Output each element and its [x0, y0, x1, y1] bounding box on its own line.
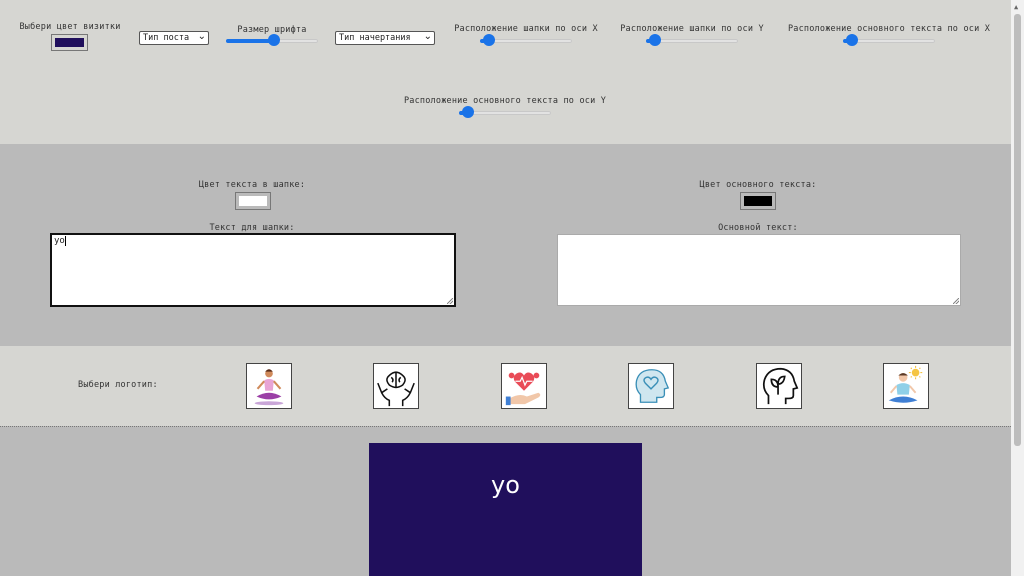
- logo-label: Выбери логотип:: [78, 380, 158, 390]
- chevron-down-icon: ⌄: [423, 31, 432, 42]
- body-color-label: Цвет основного текста:: [699, 180, 817, 190]
- yoga-pose-icon[interactable]: [246, 363, 292, 409]
- header-color-label: Цвет текста в шапке:: [198, 180, 306, 190]
- text-caret: ​: [64, 236, 66, 246]
- post-type-value: Тип поста: [143, 33, 190, 43]
- page-scrollbar[interactable]: ▲: [1011, 0, 1024, 576]
- slider-thumb[interactable]: [267, 34, 280, 46]
- slider-thumb[interactable]: [649, 34, 662, 46]
- header-x-label: Расположение шапки по оси X: [454, 24, 598, 34]
- head-plant-icon[interactable]: [756, 363, 802, 409]
- brain-hands-icon[interactable]: [373, 363, 419, 409]
- heart-care-icon[interactable]: [501, 363, 547, 409]
- resize-grip-icon[interactable]: [953, 298, 959, 304]
- body-x-slider[interactable]: [843, 34, 935, 48]
- style-type-value: Тип начертания: [339, 33, 411, 43]
- body-text-input[interactable]: [557, 234, 961, 306]
- body-text-label: Основной текст:: [718, 223, 798, 233]
- header-text-value: yo: [54, 236, 65, 246]
- slider-thumb[interactable]: [483, 34, 496, 46]
- header-color-fill: [239, 196, 267, 206]
- body-x-label: Расположение основного текста по оси X: [787, 24, 991, 34]
- slider-thumb[interactable]: [846, 34, 859, 46]
- header-y-slider[interactable]: [646, 34, 738, 48]
- post-type-select[interactable]: Тип поста ⌄: [139, 31, 209, 45]
- body-y-label: Расположение основного текста по оси Y: [403, 96, 607, 106]
- chevron-down-icon: ⌄: [197, 31, 206, 42]
- body-color-fill: [744, 196, 772, 206]
- header-text-label: Текст для шапки:: [209, 223, 295, 233]
- header-color-picker[interactable]: [235, 192, 271, 210]
- scroll-up-icon[interactable]: ▲: [1014, 3, 1018, 11]
- resize-grip-icon[interactable]: [447, 298, 453, 304]
- card-color-label: Выбери цвет визитки: [19, 22, 121, 32]
- head-heart-icon[interactable]: [628, 363, 674, 409]
- business-card-preview: yo: [369, 443, 642, 576]
- style-type-select[interactable]: Тип начертания ⌄: [335, 31, 435, 45]
- body-color-picker[interactable]: [740, 192, 776, 210]
- font-size-slider[interactable]: [226, 34, 318, 48]
- header-y-label: Расположение шапки по оси Y: [620, 24, 764, 34]
- card-color-fill: [55, 38, 84, 47]
- slider-thumb[interactable]: [462, 106, 475, 118]
- card-header-text: yo: [491, 471, 520, 499]
- meditation-sun-icon[interactable]: [883, 363, 929, 409]
- header-x-slider[interactable]: [480, 34, 572, 48]
- header-text-input[interactable]: yo​: [51, 234, 455, 306]
- card-color-picker[interactable]: [51, 34, 88, 51]
- body-y-slider[interactable]: [459, 106, 551, 120]
- scrollbar-thumb[interactable]: [1014, 14, 1021, 446]
